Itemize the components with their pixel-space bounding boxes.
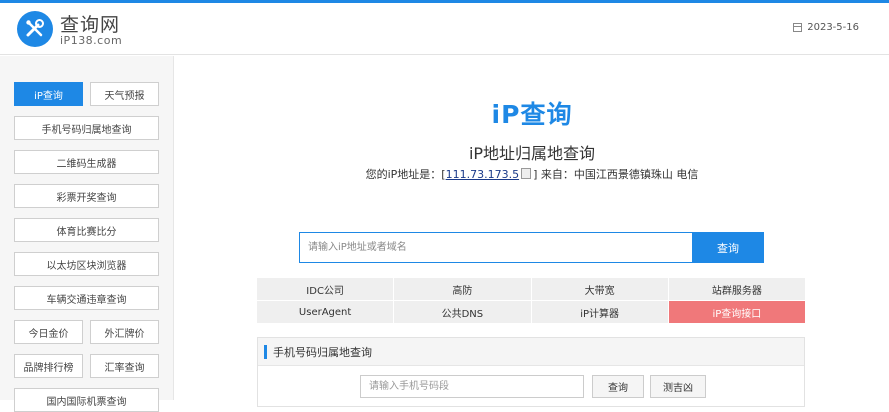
current-ip-info: 您的iP地址是：[111.73.173.5 ] 来自：中国江西景德镇珠山 电信 bbox=[175, 166, 889, 182]
logo-title[interactable]: 查询网 bbox=[60, 10, 120, 37]
broken-image-icon bbox=[521, 168, 532, 179]
main-content: iP查询 iP地址归属地查询 您的iP地址是：[111.73.173.5 ] 来自… bbox=[175, 56, 889, 407]
sidebar-item-traffic-violation[interactable]: 车辆交通违章查询 bbox=[14, 286, 159, 310]
sidebar-item-forex[interactable]: 外汇牌价 bbox=[90, 320, 159, 344]
ip-location-text: ] 来自：中国江西景德镇珠山 电信 bbox=[533, 168, 699, 181]
link-site-cluster-server[interactable]: 站群服务器 bbox=[668, 278, 805, 300]
sidebar-item-qrcode[interactable]: 二维码生成器 bbox=[14, 150, 159, 174]
logo-tools-icon[interactable] bbox=[17, 11, 53, 47]
brand-title: iP查询 bbox=[491, 100, 573, 129]
sidebar-item-gold-price[interactable]: 今日金价 bbox=[14, 320, 83, 344]
ip-address-link[interactable]: 111.73.173.5 bbox=[446, 168, 519, 181]
sidebar-item-phone-location[interactable]: 手机号码归属地查询 bbox=[14, 116, 159, 140]
site-header: 查询网 iP138.com 2023-5-16 bbox=[0, 3, 889, 55]
link-ip-api[interactable]: iP查询接口 bbox=[668, 301, 805, 323]
logo-domain[interactable]: iP138.com bbox=[60, 34, 122, 47]
ip-search-button[interactable]: 查询 bbox=[692, 232, 764, 263]
ip-search-input[interactable] bbox=[299, 232, 692, 263]
ip-search-form: 查询 bbox=[299, 232, 764, 263]
link-idc-company[interactable]: IDC公司 bbox=[257, 278, 394, 300]
link-public-dns[interactable]: 公共DNS bbox=[394, 301, 531, 323]
sidebar-item-sports-score[interactable]: 体育比赛比分 bbox=[14, 218, 159, 242]
sidebar-item-flights[interactable]: 国内国际机票查询 bbox=[14, 388, 159, 412]
panel-accent-bar bbox=[264, 344, 267, 359]
date-display: 2023-5-16 bbox=[793, 22, 859, 33]
sidebar-item-weather[interactable]: 天气预报 bbox=[90, 82, 159, 106]
link-useragent[interactable]: UserAgent bbox=[257, 301, 394, 323]
phone-panel-title: 手机号码归属地查询 bbox=[273, 345, 372, 359]
calendar-icon bbox=[793, 23, 803, 32]
quick-links-grid: IDC公司 高防 大带宽 站群服务器 UserAgent 公共DNS iP计算器… bbox=[257, 278, 805, 323]
date-text: 2023-5-16 bbox=[807, 22, 859, 33]
link-bandwidth[interactable]: 大带宽 bbox=[531, 278, 668, 300]
phone-luck-button[interactable]: 测吉凶 bbox=[650, 375, 706, 398]
link-ip-calculator[interactable]: iP计算器 bbox=[531, 301, 668, 323]
sidebar-item-ethereum[interactable]: 以太坊区块浏览器 bbox=[14, 252, 159, 276]
phone-number-input[interactable] bbox=[360, 375, 584, 398]
sidebar-item-lottery[interactable]: 彩票开奖查询 bbox=[14, 184, 159, 208]
sidebar-item-brand-ranking[interactable]: 品牌排行榜 bbox=[14, 354, 83, 378]
sidebar-item-exchange-rate[interactable]: 汇率查询 bbox=[90, 354, 159, 378]
phone-query-button[interactable]: 查询 bbox=[592, 375, 644, 398]
phone-panel-header: 手机号码归属地查询 bbox=[258, 338, 804, 366]
sidebar-item-ip-query[interactable]: iP查询 bbox=[14, 82, 83, 106]
page-title: iP地址归属地查询 bbox=[468, 144, 596, 163]
phone-lookup-panel: 手机号码归属地查询 查询 测吉凶 bbox=[257, 337, 805, 407]
sidebar: iP查询 天气预报 手机号码归属地查询 二维码生成器 彩票开奖查询 体育比赛比分… bbox=[0, 56, 174, 412]
ip-prefix-text: 您的iP地址是：[ bbox=[365, 168, 446, 181]
link-ddos-protection[interactable]: 高防 bbox=[394, 278, 531, 300]
